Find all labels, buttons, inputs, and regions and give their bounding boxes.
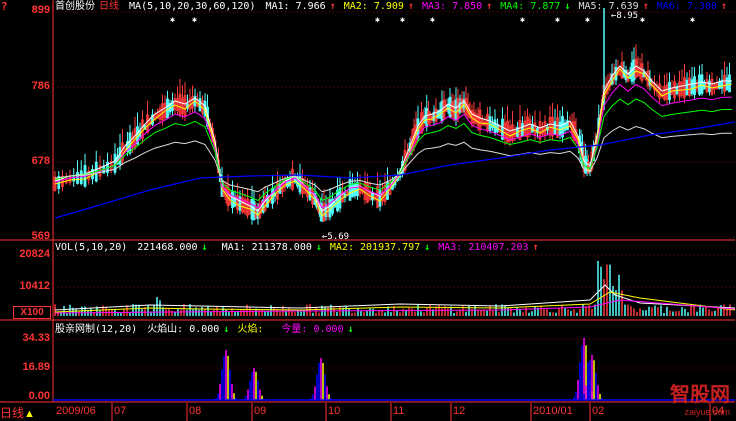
- ma-definition: MA(5,10,20,30,60,120): [129, 1, 256, 12]
- candle-body: [700, 74, 704, 94]
- candle-body: [693, 76, 696, 96]
- event-star-5: ✱: [520, 15, 525, 24]
- period-label[interactable]: 日线: [99, 1, 119, 12]
- period-tab[interactable]: 日线▲: [0, 404, 50, 421]
- watermark: 智股网 zaiyue.com: [670, 378, 730, 417]
- price-axis-label-678: 678: [31, 155, 50, 167]
- chart-canvas[interactable]: ←8.95←5.69✱ ✱ ✱ ✱ ✱ ✱ ✱ ✱ ✱ ✱: [0, 0, 736, 421]
- candle-body: [76, 172, 79, 184]
- triangle-up-icon[interactable]: ▲: [24, 408, 35, 420]
- x-label-10: 10: [328, 405, 341, 417]
- x-label-07: 07: [114, 405, 127, 417]
- ma2-line: [54, 68, 733, 217]
- candle-body: [728, 74, 731, 93]
- volume-axis-label-mid: 10412: [19, 280, 50, 292]
- event-star-3: ✱: [400, 15, 405, 24]
- candle-body: [725, 77, 729, 91]
- volume-definition: VOL(5,10,20): [55, 242, 128, 253]
- candle-body: [690, 79, 694, 94]
- stock-name: 首创股份: [55, 1, 95, 12]
- candle-body: [348, 179, 352, 201]
- candle-body: [166, 98, 169, 119]
- volume-axis-unit: X100: [13, 306, 51, 319]
- watermark-brand: 智股网: [670, 384, 730, 406]
- indicator-panel-header: 股亲网制(12,20) 火焰山: 0.000 ↓ 火焰: 今量: 0.000 ↓: [55, 324, 366, 336]
- event-star-2: ✱: [375, 15, 380, 24]
- volume-axis-label-top: 20824: [19, 248, 50, 260]
- x-label-08: 08: [189, 405, 202, 417]
- volume-value: 221468.000 ↓: [137, 242, 208, 253]
- candle-body: [668, 81, 671, 101]
- indicator-name[interactable]: 股亲网制(12,20): [55, 324, 137, 335]
- ma-item-4: MA4: 7.877 ↓: [500, 1, 571, 12]
- x-label-09: 09: [254, 405, 267, 417]
- vol-ma-item-3: MA3: 210407.203 ↑: [438, 242, 539, 253]
- candle-body: [718, 81, 721, 89]
- ma-item-2: MA2: 7.909 ↑: [343, 1, 414, 12]
- price-axis-label-899: 899: [31, 4, 50, 16]
- candle-body: [558, 121, 562, 136]
- ma-item-1: MA1: 7.966 ↑: [265, 1, 336, 12]
- candle-body: [708, 80, 711, 93]
- indicator-item-3: 今量: 0.000 ↓: [281, 324, 354, 335]
- event-star-7: ✱: [585, 15, 590, 24]
- candle-body: [336, 189, 339, 212]
- x-label-11: 11: [393, 405, 405, 417]
- candle-body: [351, 183, 354, 198]
- candle-body: [353, 183, 357, 197]
- candle-body: [231, 191, 234, 209]
- indicator-axis-label-mid: 16.89: [22, 361, 50, 373]
- ma-item-3: MA3: 7.850 ↑: [422, 1, 493, 12]
- ma-item-5: MA5: 7.639 ↑: [578, 1, 649, 12]
- x-label-02: 02: [592, 405, 605, 417]
- event-star-0: ✱: [170, 15, 175, 24]
- ma-values: MA1: 7.966 ↑ MA2: 7.909 ↑ MA3: 7.850 ↑ MA4: 7.…: [266, 1, 736, 12]
- indicator-axis-label-top: 34.33: [22, 332, 50, 344]
- event-star-6: ✱: [555, 15, 560, 24]
- volume-ma-values: MA1: 211378.000 ↓ MA2: 201937.797 ↓ MA3: 210…: [222, 242, 547, 253]
- event-star-4: ✱: [430, 15, 435, 24]
- low-price-label: ←5.69: [322, 232, 349, 242]
- indicator-values: 火焰山: 0.000 ↓ 火焰: 今量: 0.000 ↓: [147, 324, 361, 335]
- candle-body: [698, 74, 701, 95]
- event-star-8: ✱: [640, 15, 645, 24]
- ma6-line: [54, 121, 736, 219]
- main-panel-header: 首创股份 日线 MA(5,10,20,30,60,120) MA1: 7.966 ↑…: [55, 1, 736, 13]
- candle-body: [128, 132, 132, 154]
- x-label-12: 12: [453, 405, 466, 417]
- candle-body: [685, 79, 689, 96]
- event-star-9: ✱: [690, 15, 695, 24]
- price-axis-label-569: 569: [31, 230, 50, 242]
- vol-ma-item-1: MA1: 211378.000 ↓: [221, 242, 322, 253]
- stock-chart-window: ←8.95 ←5.69 ✱ ✱ ✱ ✱ ✱ ✱ ✱ ✱ ✱ ✱ ? 899 786 678 569 首…: [0, 0, 736, 421]
- x-label-2010-01: 2010/01: [533, 405, 573, 417]
- volume-panel-header: VOL(5,10,20) 221468.000 ↓ MA1: 211378.000…: [55, 242, 551, 254]
- indicator-axis-label-zero: 0.00: [28, 390, 50, 402]
- indicator-item-2: 火焰:: [237, 324, 270, 335]
- vol-ma-item-2: MA2: 201937.797 ↓: [329, 242, 431, 253]
- watermark-url: zaiyue.com: [684, 407, 730, 417]
- candle-body: [378, 190, 382, 207]
- indicator-item-1: 火焰山: 0.000 ↓: [147, 324, 230, 335]
- event-star-1: ✱: [192, 15, 197, 24]
- x-label-2009-06: 2009/06: [56, 405, 96, 417]
- ma-item-6: MA6: 7.300 ↑: [656, 1, 727, 12]
- price-axis-label-786: 786: [31, 80, 50, 92]
